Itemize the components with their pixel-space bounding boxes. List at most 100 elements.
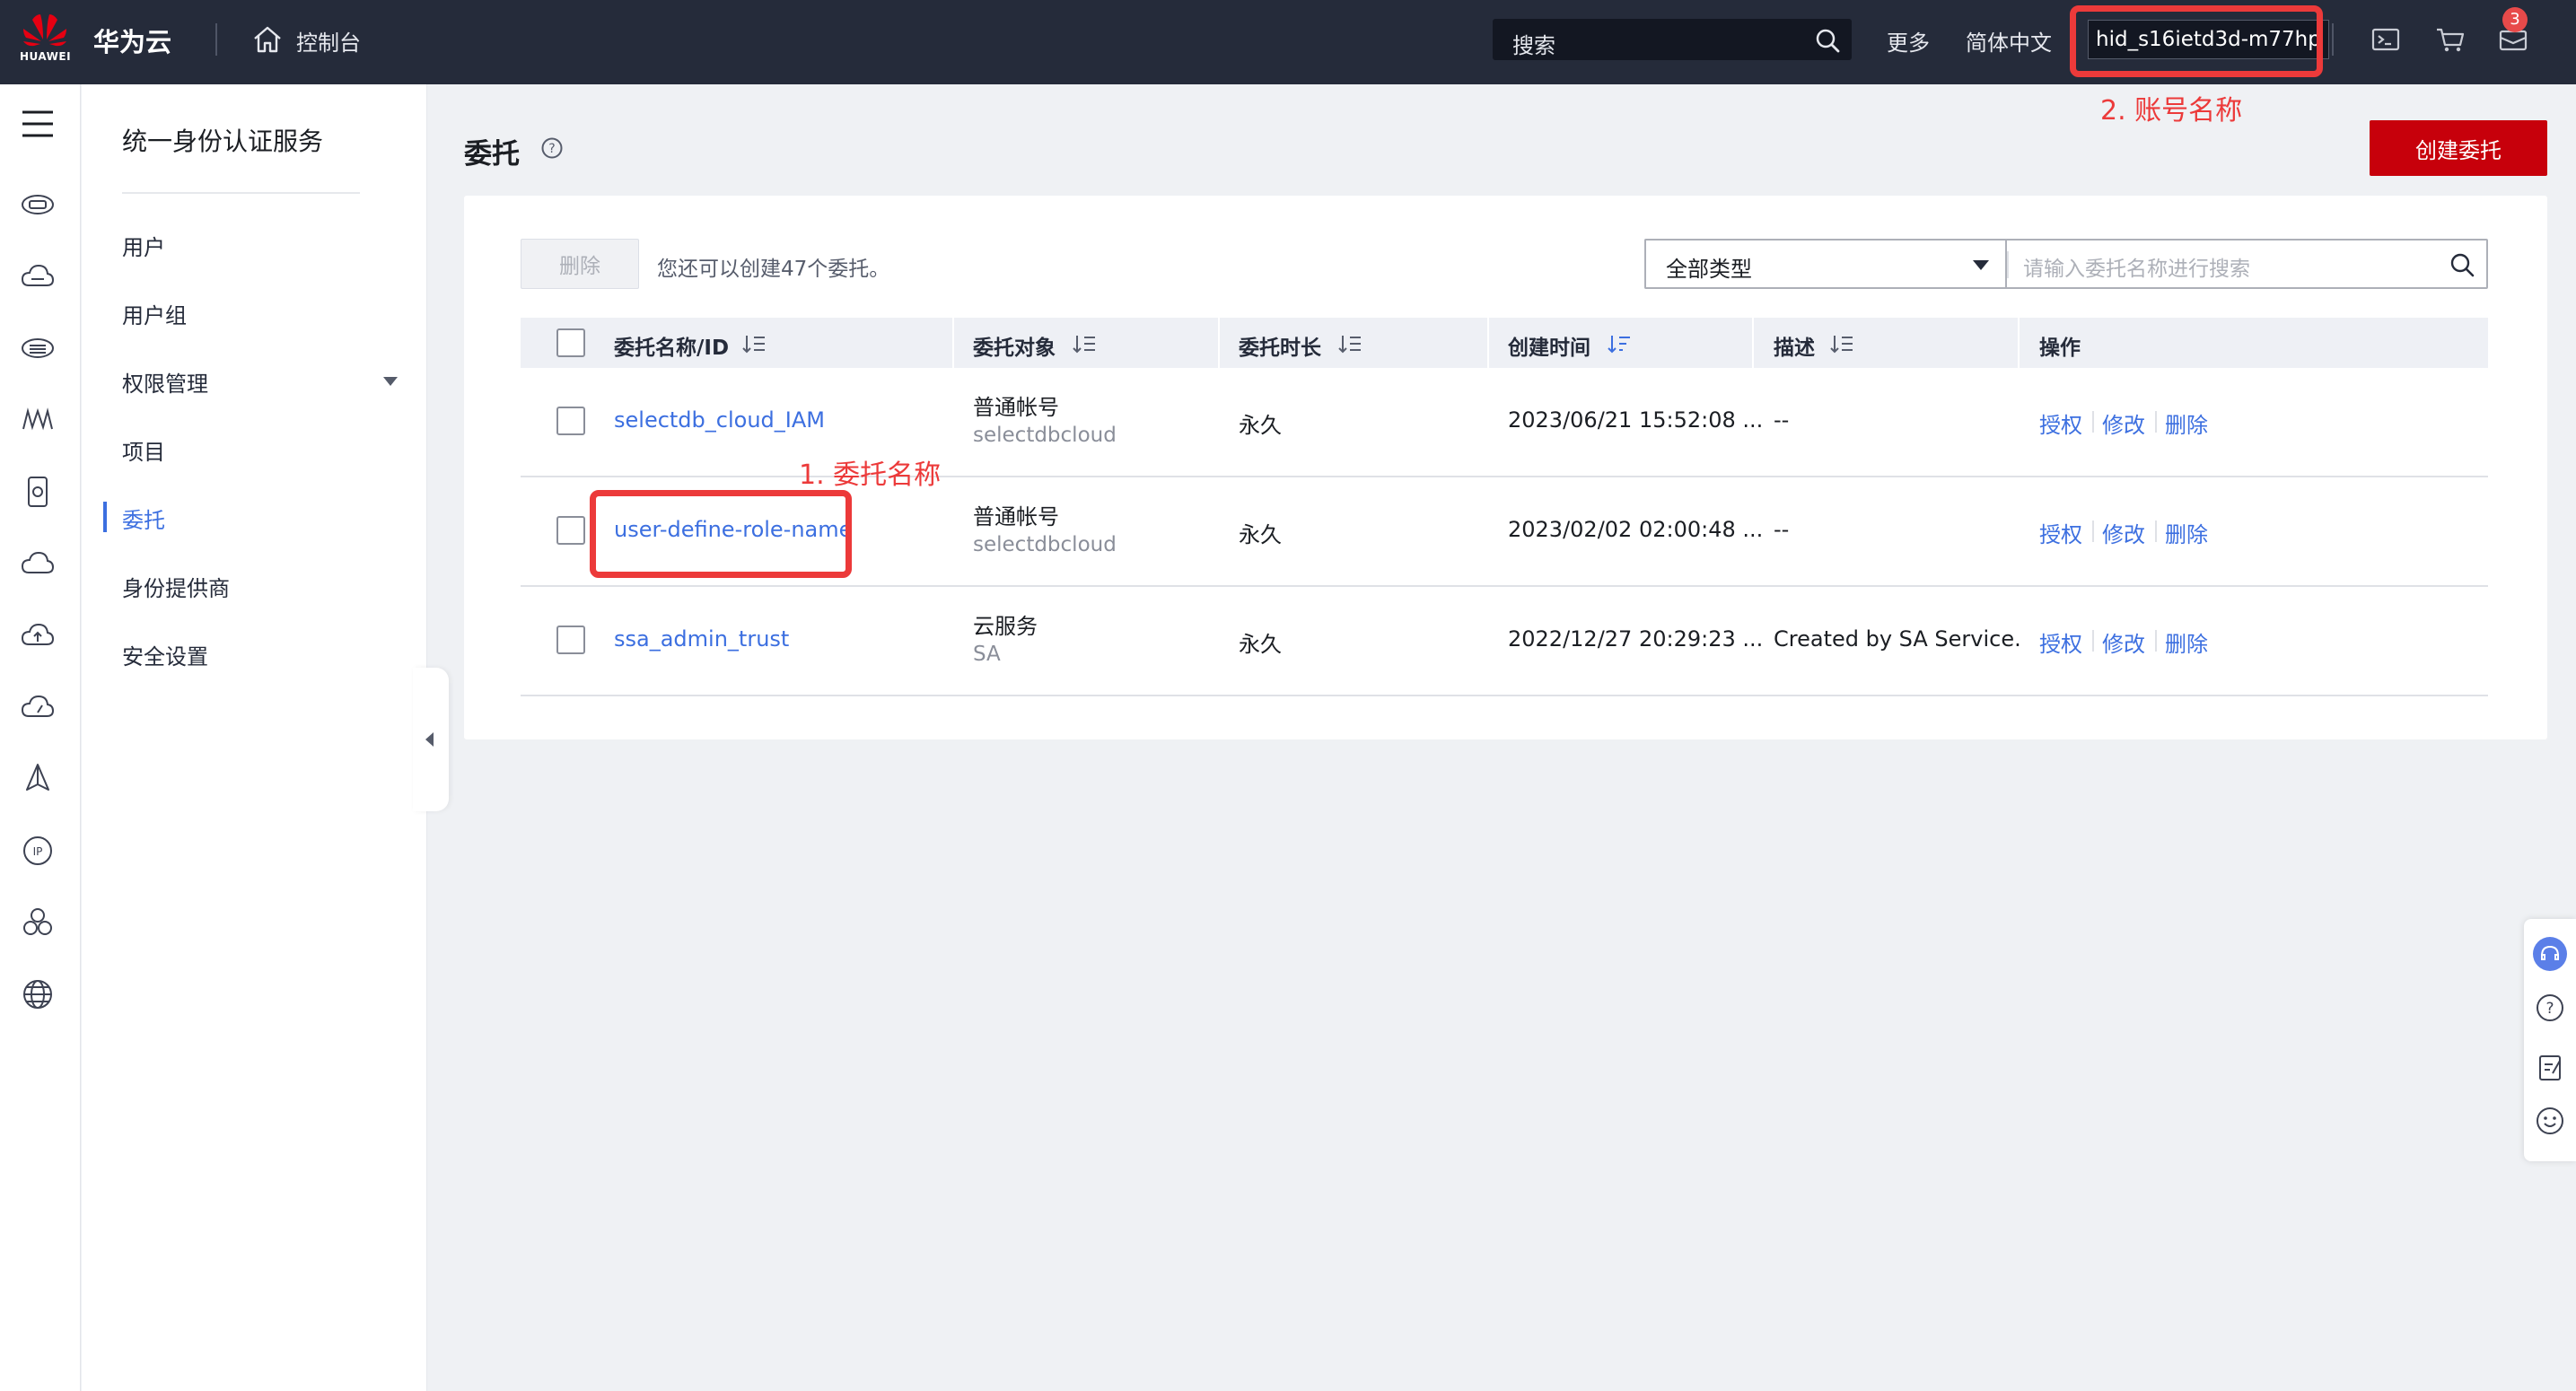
sidebar-item-permissions[interactable]: 权限管理 (122, 366, 208, 398)
home-icon[interactable] (251, 23, 284, 56)
service-rail: IP (0, 84, 81, 1391)
sort-icon[interactable] (741, 332, 767, 355)
sidebar-item-security-settings[interactable]: 安全设置 (122, 639, 208, 670)
row-divider (521, 585, 2488, 587)
cart-icon[interactable] (2432, 22, 2468, 57)
active-indicator (103, 502, 107, 532)
cloud-speed-icon[interactable] (20, 689, 56, 725)
terminal-icon[interactable] (2368, 22, 2404, 57)
device-icon[interactable] (20, 474, 56, 510)
chevron-left-icon (425, 732, 434, 747)
column-header-created: 创建时间 (1508, 337, 1590, 360)
bulk-delete-button[interactable]: 删除 (521, 239, 639, 289)
sort-icon[interactable] (1337, 332, 1362, 355)
sidebar-item-user-groups[interactable]: 用户组 (122, 298, 187, 329)
type-filter-select[interactable]: 全部类型 (1644, 239, 2005, 289)
cloud-sync-icon[interactable] (20, 546, 56, 582)
annotation-account-label: 2. 账号名称 (2100, 95, 2243, 127)
divider (2155, 521, 2157, 542)
customer-service-icon[interactable] (2533, 937, 2567, 971)
select-all-checkbox[interactable] (556, 328, 585, 357)
sidebar-item-projects[interactable]: 项目 (122, 434, 165, 466)
divider (2092, 630, 2094, 652)
sort-icon[interactable] (1829, 332, 1854, 355)
search-icon[interactable] (1814, 27, 1841, 54)
sort-icon[interactable] (1072, 332, 1097, 355)
divider (1752, 318, 1754, 368)
deploy-icon[interactable] (20, 761, 56, 797)
agency-target: 普通帐号 (973, 395, 1059, 420)
column-header-description: 描述 (1774, 337, 1815, 360)
annotation-box-agency-name (590, 490, 852, 578)
agency-description: -- (1774, 407, 1790, 433)
agency-target-account: selectdbcloud (973, 533, 1117, 556)
row-checkbox[interactable] (556, 626, 585, 654)
search-placeholder: 请输入委托名称进行搜索 (2023, 258, 2250, 281)
create-agency-button[interactable]: 创建委托 (2370, 120, 2547, 176)
agency-created-time: 2023/02/02 02:00:48 ... (1508, 517, 1764, 542)
sidebar-item-identity-providers[interactable]: 身份提供商 (122, 571, 230, 602)
divider (2018, 318, 2020, 368)
cloud-upload-icon[interactable] (20, 617, 56, 653)
smile-icon[interactable] (2533, 1104, 2567, 1138)
agency-search-input[interactable]: 请输入委托名称进行搜索 (2005, 239, 2488, 289)
agency-name-link[interactable]: selectdb_cloud_IAM (614, 407, 825, 433)
modify-link[interactable]: 修改 (2102, 517, 2145, 548)
divider (2155, 630, 2157, 652)
divider (122, 192, 360, 194)
more-menu[interactable]: 更多 (1887, 25, 1930, 57)
ip-icon[interactable]: IP (20, 833, 56, 869)
agency-target: 普通帐号 (973, 504, 1059, 529)
svg-text:IP: IP (33, 845, 43, 858)
agency-created-time: 2022/12/27 20:29:23 ... (1508, 626, 1764, 652)
sidebar-item-users[interactable]: 用户 (122, 230, 165, 261)
authorize-link[interactable]: 授权 (2039, 517, 2082, 548)
authorize-link[interactable]: 授权 (2039, 407, 2082, 439)
console-link[interactable]: 控制台 (296, 25, 361, 57)
row-checkbox[interactable] (556, 407, 585, 435)
language-switch[interactable]: 简体中文 (1966, 25, 2052, 57)
menu-icon[interactable] (20, 106, 56, 142)
column-header-actions: 操作 (2039, 337, 2081, 360)
sidebar-collapse-button[interactable] (413, 668, 449, 811)
chevron-down-icon[interactable] (383, 377, 398, 386)
database-icon[interactable] (20, 330, 56, 366)
search-placeholder: 搜索 (1512, 33, 1555, 58)
svg-text:?: ? (548, 142, 555, 156)
sidebar-item-agencies[interactable]: 委托 (122, 503, 165, 534)
service-title: 统一身份认证服务 (122, 127, 324, 156)
cloud-icon[interactable] (20, 258, 56, 294)
delete-link[interactable]: 删除 (2165, 626, 2208, 658)
annotation-box-account (2070, 5, 2323, 77)
agency-description: -- (1774, 517, 1790, 542)
agency-duration: 永久 (1239, 522, 1282, 547)
sort-desc-icon[interactable] (1607, 332, 1632, 355)
quota-text: 您还可以创建47个委托。 (657, 258, 890, 281)
storage-icon[interactable] (20, 187, 56, 223)
agency-duration: 永久 (1239, 413, 1282, 438)
help-icon[interactable]: ? (540, 136, 564, 160)
row-checkbox[interactable] (556, 516, 585, 545)
modify-link[interactable]: 修改 (2102, 407, 2145, 439)
search-icon[interactable] (2449, 251, 2475, 278)
monitor-icon[interactable] (20, 402, 56, 438)
huawei-logo[interactable] (18, 9, 72, 75)
agency-name-link[interactable]: ssa_admin_trust (614, 626, 789, 652)
delete-link[interactable]: 删除 (2165, 517, 2208, 548)
cluster-icon[interactable] (20, 905, 56, 940)
brand-name[interactable]: 华为云 (93, 22, 171, 59)
modify-link[interactable]: 修改 (2102, 626, 2145, 658)
global-search-input[interactable]: 搜索 (1493, 19, 1852, 60)
divider (2332, 23, 2334, 56)
divider (215, 23, 217, 56)
globe-icon[interactable] (20, 976, 56, 1012)
divider (952, 318, 954, 368)
divider (2007, 251, 2009, 278)
feedback-icon[interactable] (2533, 1050, 2567, 1084)
agency-target-account: selectdbcloud (973, 424, 1117, 447)
page-title: 委托 (464, 138, 520, 171)
authorize-link[interactable]: 授权 (2039, 626, 2082, 658)
help-icon[interactable]: ? (2533, 991, 2567, 1025)
divider (2155, 411, 2157, 433)
delete-link[interactable]: 删除 (2165, 407, 2208, 439)
